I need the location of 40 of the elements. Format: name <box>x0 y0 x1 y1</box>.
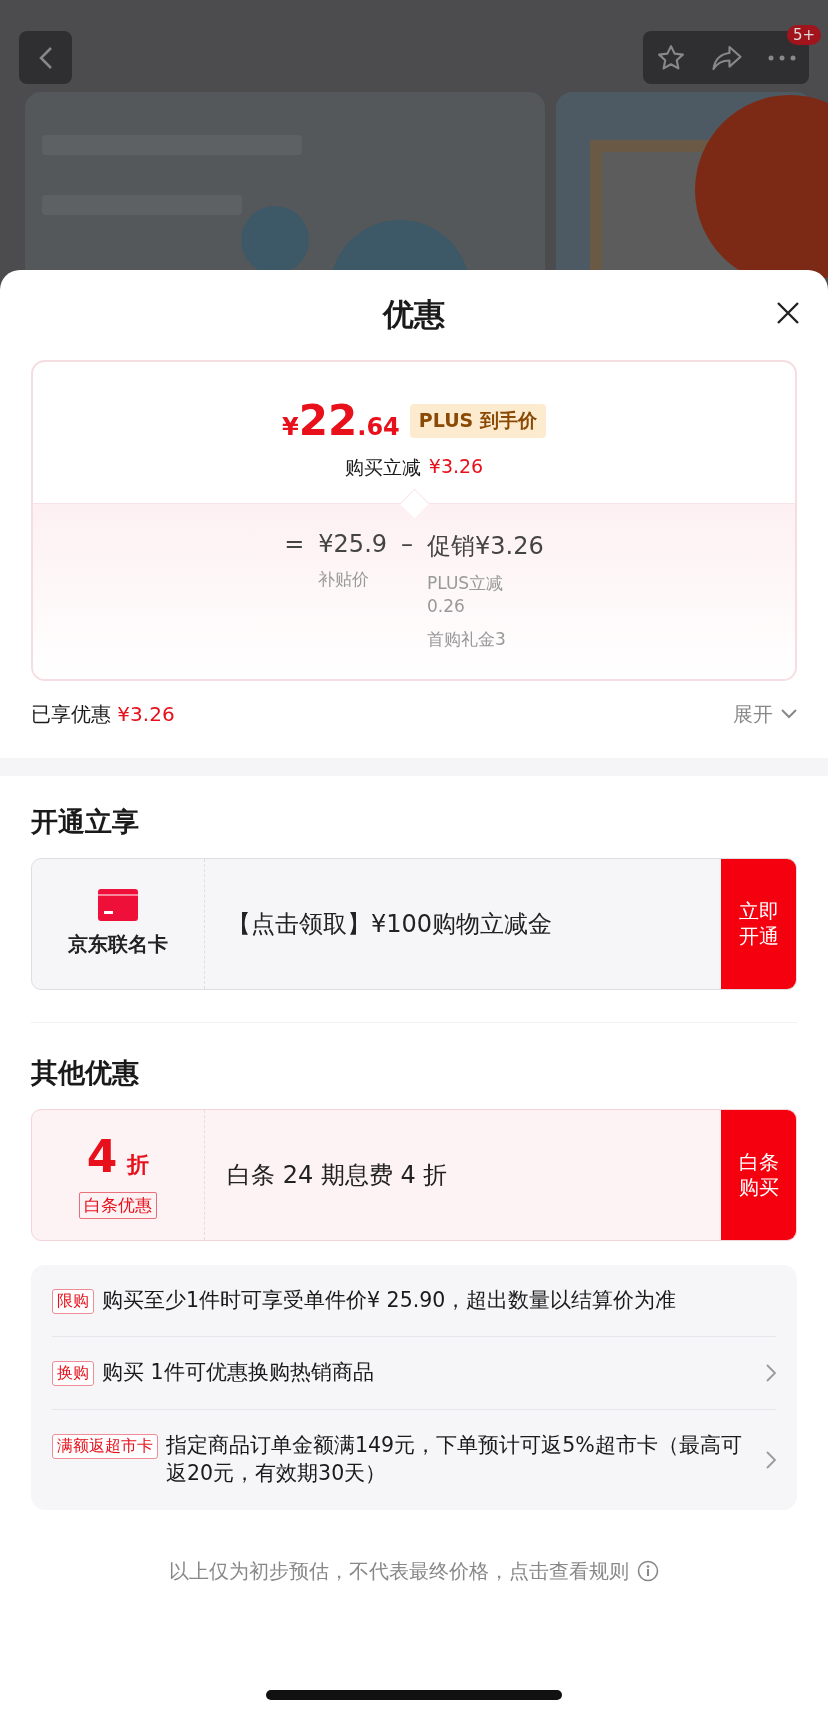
discount-tag: 白条优惠 <box>79 1191 157 1219</box>
promo-detail: PLUS立减0.26 <box>427 572 505 618</box>
close-icon <box>776 301 800 325</box>
offer-button[interactable]: 立即开通 <box>721 858 796 989</box>
card-name: 京东联名卡 <box>68 931 168 959</box>
promo-tag: 满额返超市卡 <box>52 1434 158 1460</box>
chevron-right-icon[interactable] <box>766 1364 776 1383</box>
section-title: 其他优惠 <box>30 1055 140 1090</box>
expand-toggle[interactable]: 展开 <box>733 700 797 728</box>
share-icon <box>711 43 743 72</box>
promo-text: 购买 1件可优惠换购热销商品 <box>102 1359 375 1387</box>
reduction-value: ¥3.26 <box>428 455 484 479</box>
notification-badge: 5+ <box>786 25 821 45</box>
more-icon <box>768 54 797 61</box>
minus-sign: – <box>401 530 414 558</box>
offer-button[interactable]: 白条购买 <box>721 1109 796 1240</box>
info-icon[interactable] <box>637 1560 659 1582</box>
final-price: ¥22.64 <box>282 396 400 445</box>
equals-sign: = <box>284 530 305 558</box>
section-title: 开通立享 <box>30 804 140 839</box>
card-icon <box>98 889 138 922</box>
discount-value: 4 折 <box>86 1130 150 1182</box>
promo-text: 购买至少1件时可享受单件价¥ 25.90，超出数量以结算价为准 <box>102 1286 678 1314</box>
promo-detail: 首购礼金3 <box>427 627 507 651</box>
offer-text: 白条 24 期息费 4 折 <box>226 1159 449 1191</box>
chevron-right-icon[interactable] <box>766 1450 776 1469</box>
base-price: ¥25.9 <box>318 530 388 558</box>
sheet-title: 优惠 <box>383 295 445 334</box>
base-price-label: 补贴价 <box>318 568 371 591</box>
promo-amount: 促销¥3.26 <box>427 531 544 562</box>
back-button[interactable] <box>19 31 72 84</box>
reduction-label: 购买立减 <box>344 455 421 480</box>
enjoyed-discount: 已享优惠 ¥3.26 <box>31 700 175 728</box>
promo-tag: 限购 <box>52 1288 94 1314</box>
promo-tag: 换购 <box>52 1361 94 1387</box>
disclaimer-text[interactable]: 以上仅为初步预估，不代表最终价格，点击查看规则 <box>169 1557 629 1585</box>
price-tag: PLUS 到手价 <box>409 403 546 438</box>
promo-text: 指定商品订单金额满149元，下单预计可返5%超市卡（最高可返20元，有效期30天） <box>166 1432 743 1487</box>
back-icon <box>38 45 53 70</box>
offer-text: 【点击领取】¥100购物立减金 <box>226 908 554 940</box>
